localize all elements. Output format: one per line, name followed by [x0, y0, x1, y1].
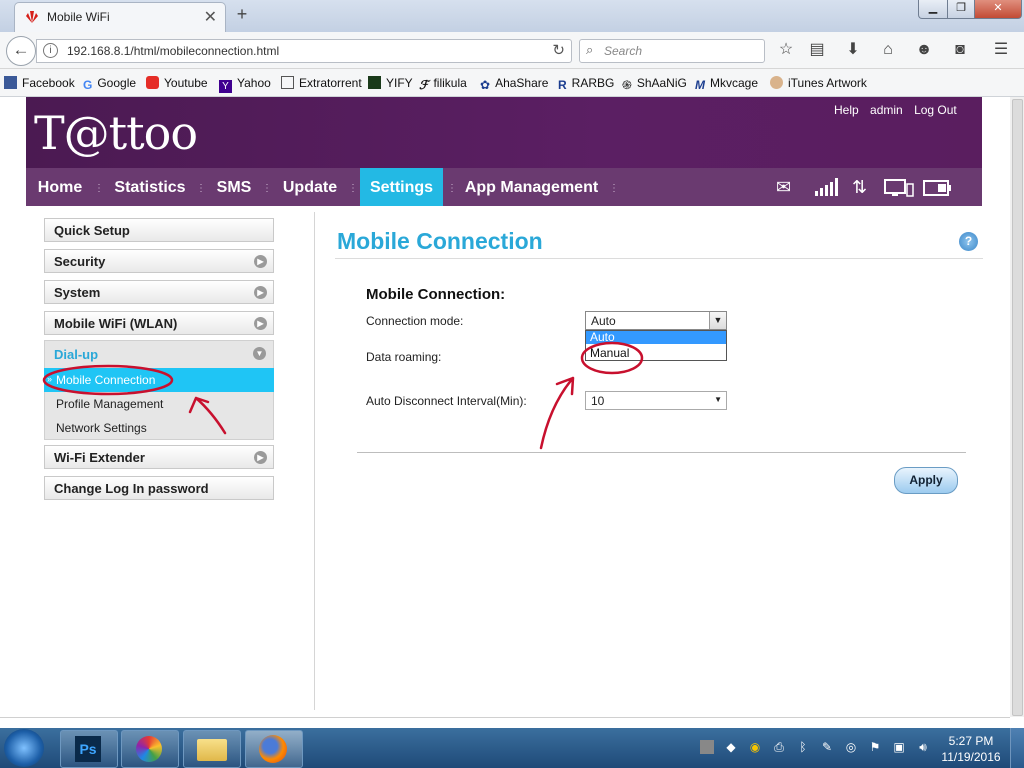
annotation-circle-sidebar: [42, 364, 174, 396]
tray-printer-icon[interactable]: ⎙: [772, 740, 786, 754]
tray-app-icon[interactable]: [700, 740, 714, 754]
tray-sync-icon[interactable]: ◎: [844, 740, 858, 754]
picasa-icon: [136, 736, 162, 762]
clock-time: 5:27 PM: [948, 734, 994, 748]
annotation-circle-manual: [580, 341, 644, 375]
annotation-arrow-manual: [539, 376, 575, 450]
tray-action-center-icon[interactable]: ⚑: [868, 740, 882, 754]
taskbar-photoshop[interactable]: Ps: [60, 730, 118, 768]
tray-network-share-icon[interactable]: ◆: [724, 740, 738, 754]
taskbar-explorer[interactable]: [183, 730, 241, 768]
show-desktop-button[interactable]: [1010, 728, 1024, 768]
annotation-arrow-sidebar: [188, 396, 227, 435]
start-orb-icon[interactable]: [4, 729, 44, 767]
photoshop-icon: Ps: [75, 736, 101, 762]
folder-icon: [197, 739, 227, 761]
firefox-icon: [259, 735, 287, 763]
tray-pen-icon[interactable]: ✎: [820, 740, 834, 754]
clock-date: 11/19/2016: [941, 750, 1001, 764]
tray-norton-icon[interactable]: ◉: [748, 740, 762, 754]
tray-bluetooth-icon[interactable]: ᛒ: [796, 740, 810, 754]
taskbar-firefox[interactable]: [245, 730, 303, 768]
tray-volume-icon[interactable]: 🔊︎: [916, 740, 930, 754]
tray-network-icon[interactable]: ▣: [892, 740, 906, 754]
taskbar-clock[interactable]: 5:27 PM 11/19/2016: [940, 733, 1002, 765]
taskbar-picasa[interactable]: [121, 730, 179, 768]
red-annotation-overlay: [42, 341, 644, 450]
